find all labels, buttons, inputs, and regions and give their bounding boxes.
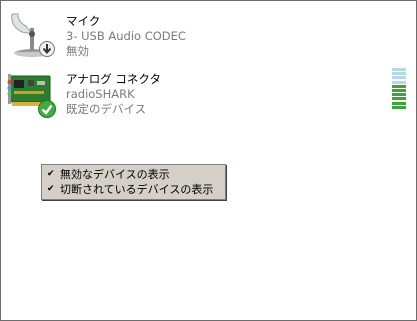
device-text: マイク 3- USB Audio CODEC 無効 <box>66 14 186 59</box>
menu-item-show-disconnected-devices[interactable]: ✔ 切断されているデバイスの表示 <box>42 182 225 197</box>
level-meter <box>392 68 406 110</box>
context-menu: ✔ 無効なデバイスの表示 ✔ 切断されているデバイスの表示 <box>41 164 226 200</box>
check-icon: ✔ <box>47 169 55 179</box>
menu-item-label: 切断されているデバイスの表示 <box>60 183 214 196</box>
disabled-arrow-icon <box>39 41 55 57</box>
device-name: マイク <box>66 14 101 28</box>
level-meter-segment <box>392 89 406 92</box>
level-meter-segment <box>392 84 406 88</box>
device-detail: radioSHARK <box>66 87 135 101</box>
level-meter-segment <box>392 101 406 105</box>
level-meter-segment <box>392 105 406 109</box>
menu-item-label: 無効なデバイスの表示 <box>60 168 170 181</box>
level-meter-segment <box>392 93 406 97</box>
device-item-analog-connector[interactable]: アナログ コネクタ radioSHARK 既定のデバイス <box>1 63 416 121</box>
device-text: アナログ コネクタ radioSHARK 既定のデバイス <box>66 72 161 117</box>
default-check-icon <box>38 100 56 118</box>
level-meter-segment <box>392 97 406 101</box>
device-status: 無効 <box>66 44 89 58</box>
menu-item-show-disabled-devices[interactable]: ✔ 無効なデバイスの表示 <box>42 167 225 182</box>
check-icon: ✔ <box>47 184 55 194</box>
device-name: アナログ コネクタ <box>66 72 161 86</box>
level-meter-segment <box>392 72 406 76</box>
device-detail: 3- USB Audio CODEC <box>66 29 186 43</box>
device-item-microphone[interactable]: マイク 3- USB Audio CODEC 無効 <box>1 5 416 63</box>
level-meter-segment <box>392 76 406 80</box>
device-status: 既定のデバイス <box>66 102 147 116</box>
level-meter-segment <box>392 80 406 84</box>
level-meter-segment <box>392 68 406 71</box>
recording-device-list: マイク 3- USB Audio CODEC 無効 アナログ コネクタ radi… <box>0 0 417 321</box>
